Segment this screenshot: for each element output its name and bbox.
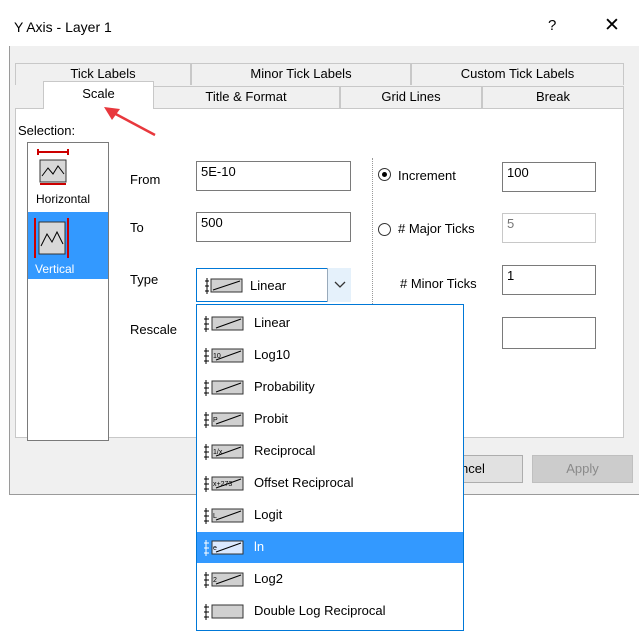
scale-type-icon — [204, 316, 244, 332]
vertical-axis-icon — [34, 218, 69, 258]
type-option-label: Log10 — [254, 347, 291, 362]
type-option-ln[interactable]: e ln — [197, 532, 463, 563]
type-option-label: Logit — [254, 507, 283, 522]
selection-label: Selection: — [18, 123, 76, 138]
svg-text:P: P — [213, 417, 218, 424]
increment-input[interactable]: 100 — [502, 162, 596, 192]
rescale-label: Rescale — [130, 322, 177, 337]
minor-ticks-label: # Minor Ticks — [400, 276, 477, 291]
scale-type-icon: e — [204, 540, 244, 556]
tab-custom-tick-labels[interactable]: Custom Tick Labels — [411, 63, 624, 85]
type-label: Type — [130, 272, 159, 287]
tab-label: Break — [536, 89, 570, 104]
extra-input[interactable] — [502, 317, 596, 349]
type-option-label: Offset Reciprocal — [254, 475, 354, 490]
help-button[interactable]: ? — [548, 17, 556, 34]
scale-type-icon: 2 — [204, 572, 244, 588]
type-option-label: Reciprocal — [254, 443, 316, 458]
type-option-log10[interactable]: 10 Log10 — [197, 340, 463, 371]
chevron-down-icon — [334, 281, 346, 288]
from-input[interactable]: 5E-10 — [196, 161, 351, 191]
svg-text:L: L — [213, 513, 217, 520]
linear-scale-icon — [205, 278, 243, 294]
tab-label: Custom Tick Labels — [460, 66, 575, 81]
scale-type-icon — [204, 604, 244, 620]
from-label: From — [130, 172, 161, 187]
type-option-label: Probit — [254, 411, 288, 426]
dialog-title: Y Axis - Layer 1 — [14, 19, 112, 35]
scale-type-icon: 10 — [204, 348, 244, 364]
scale-type-icon: L — [204, 508, 244, 524]
type-option-probability[interactable]: Probability — [197, 372, 463, 403]
type-option-logit[interactable]: L Logit — [197, 500, 463, 531]
svg-text:2: 2 — [213, 577, 217, 584]
type-option-probit[interactable]: P Probit — [197, 404, 463, 435]
scale-type-icon — [204, 380, 244, 396]
type-option-log2[interactable]: 2 Log2 — [197, 564, 463, 595]
svg-text:10: 10 — [213, 353, 221, 360]
close-button[interactable]: ✕ — [604, 14, 620, 37]
tab-label: Grid Lines — [381, 89, 441, 104]
annotation-arrow-icon — [104, 107, 156, 137]
type-option-linear[interactable]: Linear — [197, 308, 463, 339]
tab-label: Tick Labels — [70, 66, 136, 81]
tab-label: Title & Format — [205, 89, 287, 104]
type-option-label: Double Log Reciprocal — [254, 603, 386, 618]
svg-text:x+273: x+273 — [213, 481, 232, 488]
scale-type-icon: P — [204, 412, 244, 428]
type-select-value: Linear — [250, 278, 287, 293]
apply-button[interactable]: Apply — [532, 455, 633, 483]
type-option-offset-reciprocal[interactable]: x+273 Offset Reciprocal — [197, 468, 463, 499]
increment-radio[interactable] — [378, 168, 391, 181]
tab-title-format[interactable]: Title & Format — [152, 86, 340, 108]
tab-label: Minor Tick Labels — [250, 66, 352, 81]
tab-grid-lines[interactable]: Grid Lines — [340, 86, 482, 108]
selection-item-label: Horizontal — [36, 192, 91, 206]
type-dropdown-button[interactable] — [327, 268, 351, 302]
minor-ticks-input[interactable]: 1 — [502, 265, 596, 295]
type-option-label: ln — [254, 539, 265, 554]
type-option-label: Probability — [254, 379, 315, 394]
to-label: To — [130, 220, 144, 235]
selection-item-label: Vertical — [35, 262, 75, 276]
type-option-reciprocal[interactable]: 1/x Reciprocal — [197, 436, 463, 467]
tab-minor-tick-labels[interactable]: Minor Tick Labels — [191, 63, 411, 85]
separator — [372, 158, 373, 308]
scale-type-icon: 1/x — [204, 444, 244, 460]
major-ticks-input[interactable]: 5 — [502, 213, 596, 243]
type-option-label: Log2 — [254, 571, 283, 586]
type-option-double-log-reciprocal[interactable]: Double Log Reciprocal — [197, 596, 463, 627]
svg-text:e: e — [213, 545, 217, 552]
tab-break[interactable]: Break — [482, 86, 624, 108]
apply-button-label: Apply — [566, 461, 599, 476]
increment-label: Increment — [398, 168, 456, 183]
svg-text:1/x: 1/x — [213, 449, 223, 456]
type-option-label: Linear — [254, 315, 291, 330]
major-ticks-radio[interactable] — [378, 223, 391, 236]
radio-dot-icon — [382, 172, 387, 177]
horizontal-axis-icon — [37, 149, 69, 185]
scale-type-icon: x+273 — [204, 476, 244, 492]
tab-label: Scale — [82, 86, 115, 101]
major-ticks-label: # Major Ticks — [398, 221, 475, 236]
to-input[interactable]: 500 — [196, 212, 351, 242]
type-dropdown-list: Linear 10 Log10 Probability P Probit 1/x Recipr… — [196, 304, 464, 631]
